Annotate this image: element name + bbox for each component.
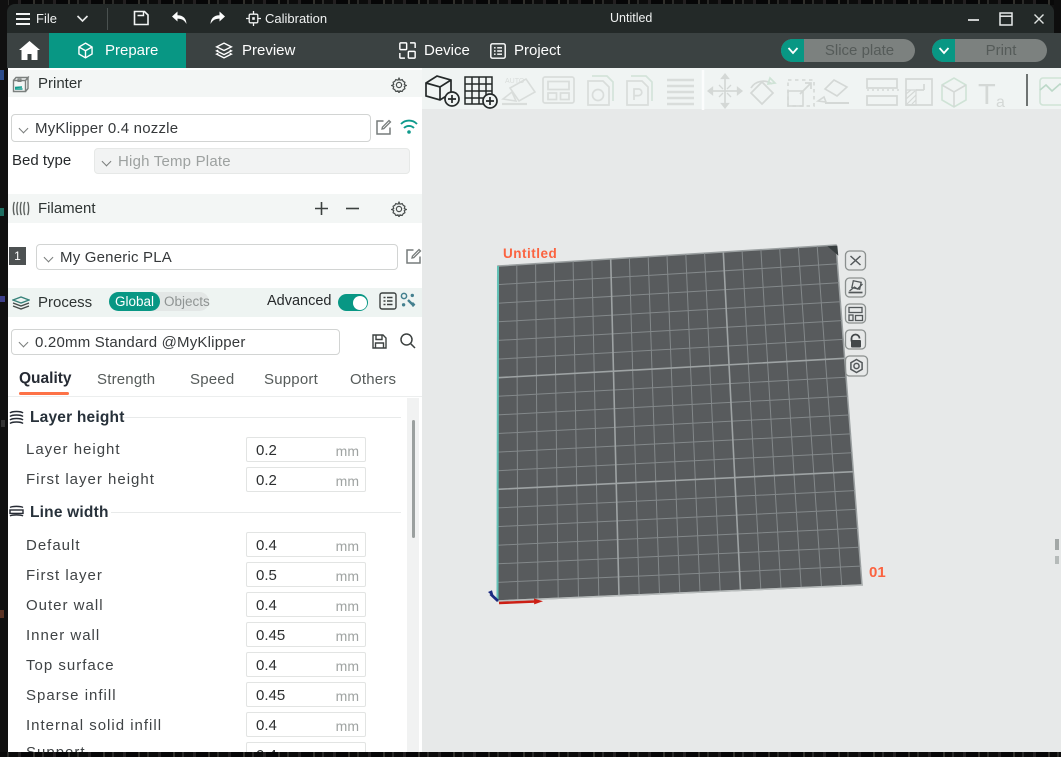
svg-text:Untitled: Untitled: [503, 246, 557, 261]
svg-text:01: 01: [869, 564, 886, 581]
svg-text:a: a: [996, 94, 1005, 111]
svg-text:AUTO: AUTO: [505, 78, 525, 85]
svg-text:T: T: [978, 79, 996, 111]
